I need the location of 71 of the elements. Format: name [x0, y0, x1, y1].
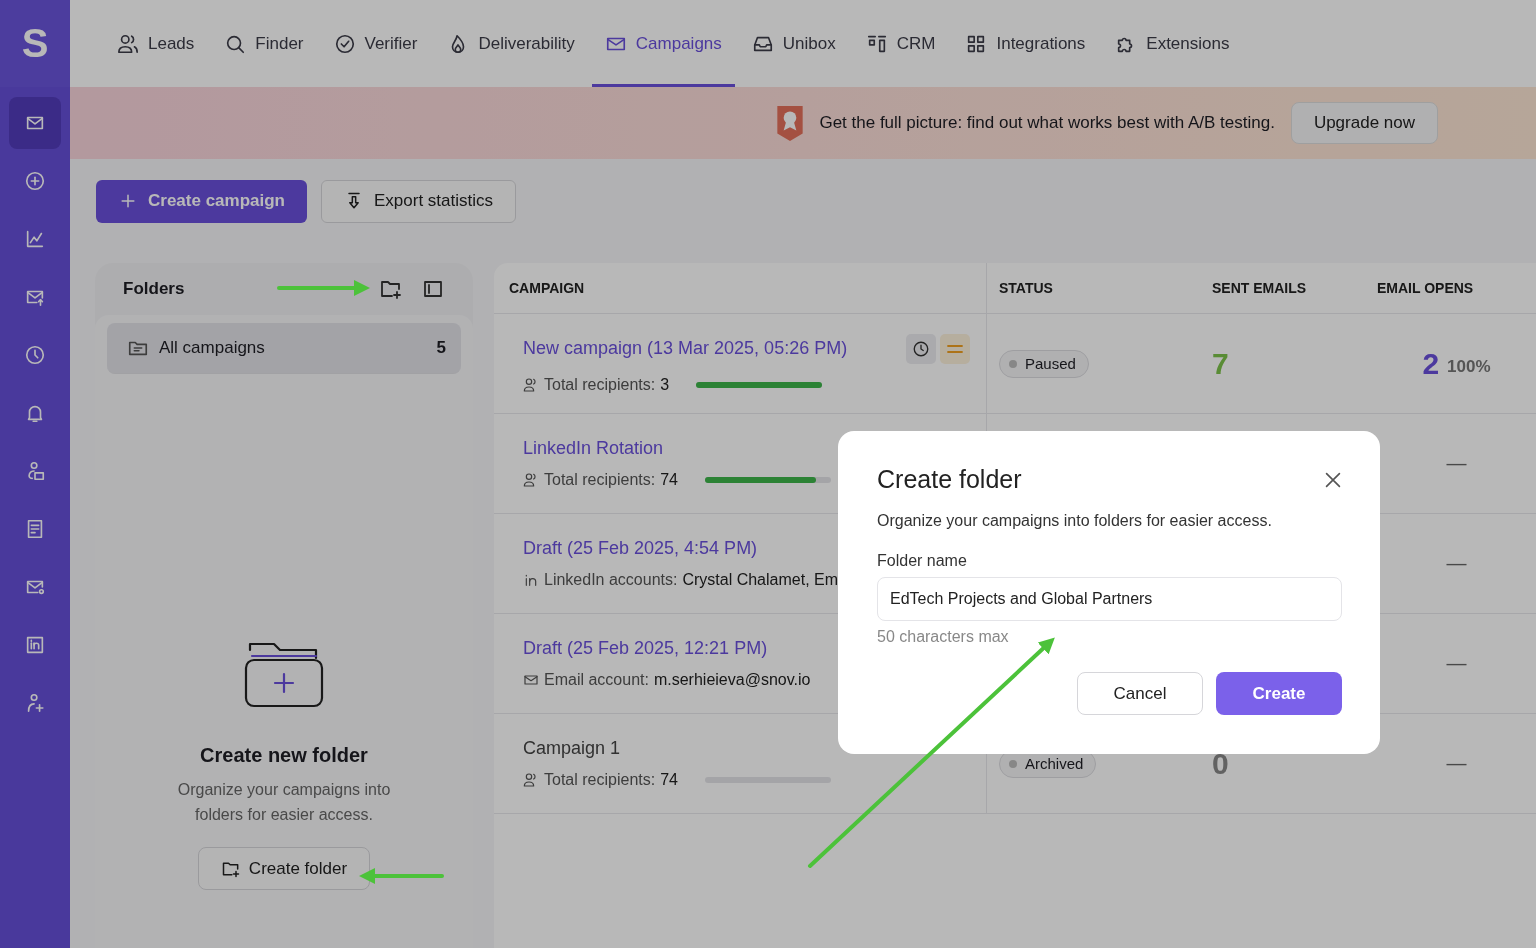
detail-value: 74 [660, 471, 678, 489]
menu-icon [947, 344, 963, 353]
cancel-button[interactable]: Cancel [1077, 672, 1203, 715]
campaign-link[interactable]: Draft (25 Feb 2025, 12:21 PM) [523, 638, 768, 659]
nav-tab[interactable]: Leads [104, 0, 208, 87]
detail-value: m.serhieieva@snov.io [653, 671, 811, 689]
opens-count: — [1446, 452, 1467, 475]
nav-tab[interactable]: Extensions [1102, 0, 1243, 87]
sent-count: 0 [1212, 746, 1230, 781]
logo[interactable]: S [0, 0, 70, 87]
clock-icon [24, 344, 46, 366]
dialog-text: Organize your campaigns into folders for easier access. [877, 512, 1273, 530]
users-icon [523, 472, 539, 488]
users-icon [523, 376, 539, 393]
folder-item[interactable]: All campaigns 5 [107, 323, 461, 374]
folder-count: 5 [436, 338, 446, 358]
campaign-link[interactable]: Draft (25 Feb 2025, 4:54 PM) [523, 538, 758, 559]
folder-plus-icon [244, 640, 324, 710]
panel-title: Folders [123, 279, 185, 299]
detail-value: Crystal Chalamet, Em [682, 571, 838, 589]
linkedin-icon [24, 634, 46, 656]
users-icon [523, 772, 539, 788]
create-campaign-button[interactable]: Create campaign [96, 179, 307, 223]
nav-tab[interactable]: Finder [211, 0, 317, 87]
column-header: CAMPAIGN [508, 280, 586, 296]
banner-text: Get the full picture: find out what works best with A/B testing. [819, 113, 1275, 133]
award-icon [775, 104, 806, 142]
plus-circle-icon [24, 170, 46, 192]
folder-name-field[interactable]: EdTech Projects and Global Partners [877, 577, 1342, 621]
column-header: SENT EMAILS [1211, 280, 1308, 296]
empty-state-text: Organize your campaigns into folders for easier access. [176, 780, 392, 825]
campaign-link[interactable]: LinkedIn Rotation [523, 438, 664, 459]
campaign-link[interactable]: Campaign 1 [523, 738, 621, 759]
linkedin-icon [523, 572, 539, 588]
check-circle-icon [333, 32, 356, 55]
campaign-link[interactable]: New campaign (13 Mar 2025, 05:26 PM) [523, 338, 848, 359]
open-rate: 100% [1447, 356, 1491, 377]
users-icon [117, 32, 139, 55]
dialog-title: Create folder [877, 465, 1022, 494]
opens-count: — [1446, 752, 1467, 775]
detail-label: Total recipients: [544, 375, 656, 394]
opens-count: — [1446, 652, 1467, 675]
envelope-icon [523, 672, 539, 688]
detail-label: LinkedIn accounts: [544, 571, 678, 589]
opens-count: — [1446, 552, 1467, 575]
upgrade-button[interactable]: Upgrade now [1290, 102, 1438, 144]
sent-count: 7 [1212, 346, 1230, 381]
nav-tab[interactable]: Verifier [320, 0, 431, 87]
create-button[interactable]: Create [1216, 672, 1342, 715]
empty-state-title: Create new folder [200, 744, 368, 767]
detail-value: 74 [660, 771, 678, 789]
folder-label: All campaigns [159, 338, 266, 358]
detail-label: Email account: [544, 671, 649, 689]
nav-tab[interactable]: Deliverability [434, 0, 588, 87]
detail-label: Total recipients: [544, 471, 656, 489]
nav-tab[interactable]: Integrations [952, 0, 1099, 87]
detail-label: Total recipients: [544, 771, 656, 789]
field-label: Folder name [877, 552, 968, 570]
sidebar-item[interactable] [9, 97, 61, 149]
nav-tab[interactable]: CRM [852, 0, 949, 87]
status-badge: Paused [999, 349, 1089, 378]
create-folder-button[interactable]: Create folder [197, 847, 371, 890]
chart-icon [24, 228, 46, 250]
schedule-button[interactable] [906, 333, 936, 364]
column-header: EMAIL OPENS [1376, 280, 1475, 296]
opens-count: 2 [1422, 346, 1440, 381]
export-button[interactable]: Export statistics [321, 179, 517, 223]
detail-value: 3 [660, 375, 670, 394]
field-hint: 50 characters max [877, 628, 1010, 646]
nav-tab[interactable]: Unibox [738, 0, 849, 87]
column-header: STATUS [986, 263, 1195, 313]
